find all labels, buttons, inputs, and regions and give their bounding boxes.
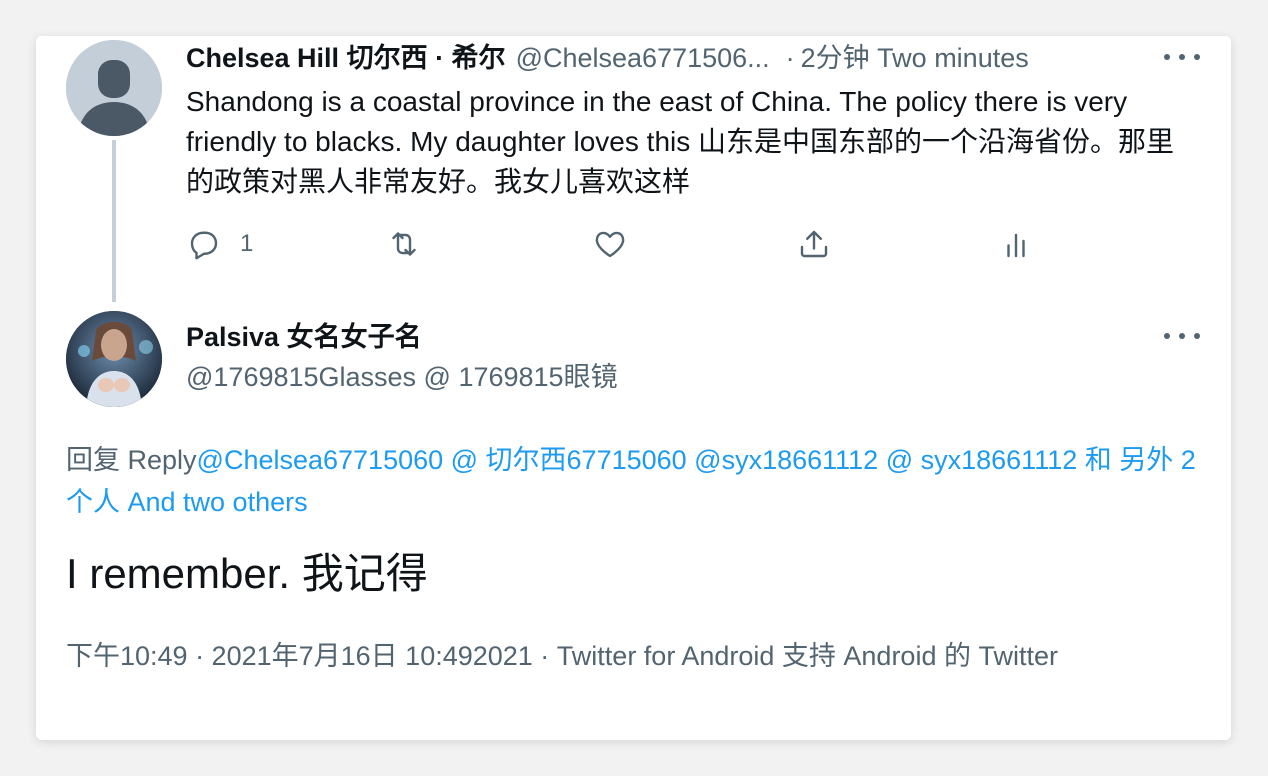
like-button[interactable]: [592, 224, 628, 264]
default-avatar-icon: [66, 40, 162, 136]
header-separator: ·: [785, 43, 795, 73]
analytics-icon: [1007, 233, 1025, 258]
replying-to-label: 回复 Reply: [66, 445, 197, 475]
tweet-actions: 1: [186, 224, 1086, 264]
replying-to-mentions[interactable]: @Chelsea67715060 @ 切尔西67715060 @syx18661…: [66, 445, 1196, 517]
reply-icon: [190, 231, 218, 260]
tweet-header: Chelsea Hill 切尔西 · 希尔 @Chelsea6771506...…: [186, 38, 1176, 78]
reply-count: 1: [240, 230, 254, 257]
share-icon: [800, 230, 828, 258]
like-icon: [595, 231, 625, 258]
analytics-button[interactable]: [998, 224, 1034, 264]
tweet-text: Shandong is a coastal province in the ea…: [186, 86, 1175, 197]
avatar-photo-icon: [66, 311, 162, 407]
reply-author-name[interactable]: Palsiva 女名女子名: [186, 318, 422, 356]
retweet-button[interactable]: [386, 224, 422, 264]
author-name[interactable]: Chelsea Hill 切尔西 · 希尔: [186, 38, 506, 78]
tweet-thread-card: Chelsea Hill 切尔西 · 希尔 @Chelsea6771506...…: [36, 36, 1231, 740]
replying-to: 回复 Reply@Chelsea67715060 @ 切尔西67715060 @…: [66, 439, 1206, 523]
default-avatar[interactable]: [66, 40, 162, 136]
user-avatar[interactable]: [66, 311, 162, 407]
tweet-time[interactable]: 2分钟 Two minutes: [801, 38, 1029, 78]
author-handle[interactable]: @Chelsea6771506...: [516, 38, 770, 78]
reply-author-handle[interactable]: @1769815Glasses @ 1769815眼镜: [186, 358, 618, 396]
tweet-metadata[interactable]: 下午10:49 · 2021年7月16日 10:492021 · Twitter…: [66, 636, 1146, 676]
more-options-icon[interactable]: [1164, 326, 1200, 346]
reply-text: I remember. 我记得: [66, 550, 428, 597]
share-button[interactable]: [796, 224, 832, 264]
thread-connector-line: [112, 140, 116, 302]
retweet-icon: [392, 232, 416, 256]
reply-button[interactable]: 1: [186, 224, 253, 264]
more-options-icon[interactable]: [1164, 47, 1200, 67]
